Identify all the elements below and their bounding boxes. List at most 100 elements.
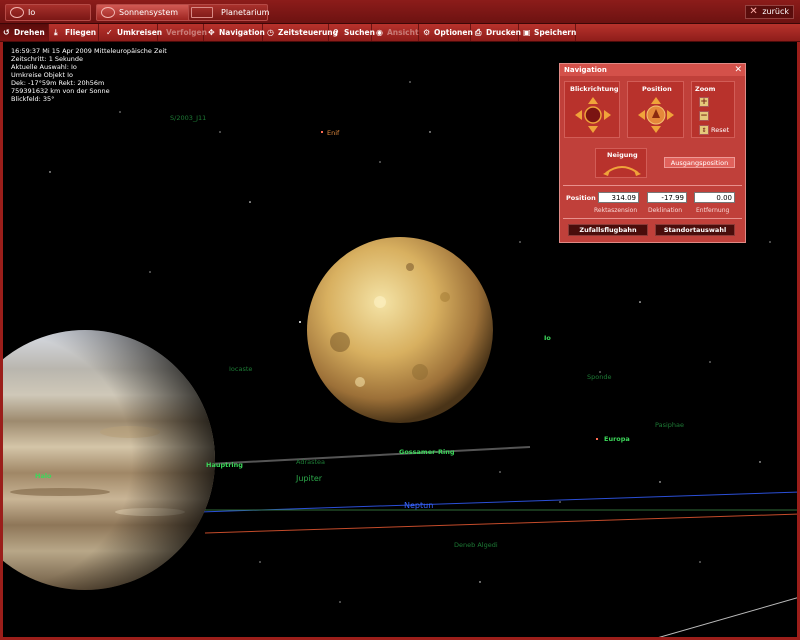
toolbar-fliegen-label: Fliegen — [65, 28, 97, 37]
info-distance: 759391632 km von der Sonne — [11, 87, 110, 95]
toolbar-ansicht-label: Ansicht — [387, 28, 419, 37]
rektaszension-label: Rektaszension — [594, 207, 638, 214]
orbit-icon — [101, 7, 115, 18]
toolbar-navigation[interactable]: ✥ Navigation — [205, 24, 265, 41]
toolbar-zeitsteuerung[interactable]: ◷ Zeitsteuerung — [264, 24, 338, 41]
nav-title-bar[interactable]: Navigation ✕ — [560, 64, 745, 76]
standortauswahl-button[interactable]: Standortauswahl — [655, 224, 735, 236]
arrow-up-icon — [588, 97, 598, 104]
toolbar-optionen-label: Optionen — [434, 28, 473, 37]
zoom-label: Zoom — [695, 85, 716, 93]
toolbar-fliegen[interactable]: ⤓ Fliegen — [51, 24, 99, 41]
window-frame-left — [0, 42, 3, 640]
toolbar-verfolgen[interactable]: Verfolgen — [158, 24, 207, 41]
toolbar-ansicht[interactable]: ◉ Ansicht — [373, 24, 419, 41]
arrow-left-icon — [575, 110, 582, 120]
info-field-of-view: Blickfeld: 35° — [11, 95, 55, 103]
europa-marker — [596, 438, 598, 440]
info-timestep: Zeitschritt: 1 Sekunde — [11, 55, 83, 63]
toolbar-suchen[interactable]: ⚲ Suchen — [330, 24, 375, 41]
reset-icon[interactable]: ⇕ — [699, 125, 709, 135]
entfernung-input[interactable]: 0.00 — [694, 192, 735, 203]
printer-icon: ⎙ — [475, 28, 482, 37]
clock-icon: ◷ — [267, 28, 274, 37]
constellation-icon — [191, 7, 213, 18]
label-s2003-j11[interactable]: S/2003_J11 — [170, 114, 206, 122]
label-sponde[interactable]: Sponde — [587, 373, 611, 381]
save-icon: ▣ — [523, 28, 531, 37]
orbit-line-red — [204, 513, 800, 534]
back-button[interactable]: ✕ zurück — [745, 5, 794, 19]
back-label: zurück — [762, 7, 789, 16]
zufallsflugbahn-button[interactable]: Zufallsflugbahn — [568, 224, 648, 236]
planet-icon — [10, 7, 24, 18]
eye-icon: ◉ — [376, 28, 383, 37]
toolbar-zeitsteuerung-label: Zeitsteuerung — [278, 28, 338, 37]
io-moon[interactable] — [307, 237, 493, 423]
label-halo[interactable]: Halo — [35, 472, 52, 480]
navigation-panel: Navigation ✕ Blickrichtung Position Zoom… — [559, 63, 746, 243]
toolbar-drehen[interactable]: ↺ Drehen — [0, 24, 49, 41]
label-europa[interactable]: Europa — [604, 435, 630, 443]
neigung-control: Neigung — [595, 148, 647, 178]
close-icon[interactable]: ✕ — [734, 64, 742, 76]
label-gossamer-ring[interactable]: Gossamer-Ring — [399, 448, 455, 456]
toolbar-suchen-label: Suchen — [344, 28, 375, 37]
info-datetime: 16:59:37 Mi 15 Apr 2009 Mitteleuropäisch… — [11, 47, 167, 55]
jupiter-planet[interactable] — [0, 330, 215, 590]
reset-button[interactable]: Reset — [711, 126, 729, 134]
toolbar-drucken[interactable]: ⎙ Drucken — [472, 24, 521, 41]
label-adrastea[interactable]: Adrastea — [296, 458, 325, 466]
arrow-right-icon — [604, 110, 611, 120]
divider — [563, 218, 742, 219]
nav-title: Navigation — [564, 66, 607, 74]
deklination-input[interactable]: -17.99 — [647, 192, 687, 203]
label-pasiphae[interactable]: Pasiphae — [655, 421, 684, 429]
position-label: Position — [642, 85, 672, 93]
view-direction-pad[interactable] — [574, 96, 612, 134]
toolbar-drehen-label: Drehen — [14, 28, 45, 37]
tilt-pad[interactable] — [602, 161, 642, 177]
back-icon: ✕ — [749, 6, 758, 17]
rektaszension-input[interactable]: 314.09 — [598, 192, 639, 203]
position-pad[interactable] — [637, 96, 675, 134]
star-enif-marker — [321, 131, 323, 133]
info-orbit-target: Umkreise Objekt Io — [11, 71, 73, 79]
toolbar-optionen[interactable]: ⚙ Optionen — [420, 24, 473, 41]
tab-io-label: Io — [28, 8, 36, 17]
entfernung-label: Entfernung — [696, 207, 730, 214]
toolbar-umkreisen-label: Umkreisen — [117, 28, 163, 37]
ausgangsposition-button[interactable]: Ausgangsposition — [664, 157, 735, 168]
top-tab-bar: Io Sonnensystem Planetarium ✕ zurück — [0, 0, 800, 24]
zoom-out-button[interactable]: − — [699, 111, 709, 121]
fly-icon: ⤓ — [54, 28, 58, 37]
divider — [563, 185, 742, 186]
label-neptun[interactable]: Neptun — [404, 501, 433, 510]
label-io[interactable]: Io — [544, 334, 551, 342]
toolbar-navigation-label: Navigation — [219, 28, 265, 37]
label-deneb-algedi[interactable]: Deneb Algedi — [454, 541, 498, 549]
neigung-label: Neigung — [607, 151, 638, 159]
tab-planetarium[interactable]: Planetarium — [188, 4, 270, 21]
orbit-line-white — [649, 596, 800, 640]
toolbar-verfolgen-label: Verfolgen — [166, 28, 207, 37]
status-info: 16:59:37 Mi 15 Apr 2009 Mitteleuropäisch… — [11, 47, 167, 103]
label-hauptring[interactable]: Hauptring — [206, 461, 243, 469]
blickrichtung-control: Blickrichtung — [564, 81, 620, 138]
toolbar-umkreisen[interactable]: ✓ Umkreisen — [103, 24, 162, 41]
label-iocaste[interactable]: Iocaste — [229, 365, 252, 373]
label-jupiter[interactable]: Jupiter — [296, 474, 322, 483]
toolbar-speichern-label: Speichern — [534, 28, 577, 37]
tab-io[interactable]: Io — [5, 4, 91, 21]
zoom-in-button[interactable]: + — [699, 97, 709, 107]
toolbar: ↺ Drehen ⤓ Fliegen ✓ Umkreisen Verfolgen… — [0, 24, 800, 42]
label-enif[interactable]: Enif — [327, 129, 339, 137]
info-coordinates: Dek: -17°59m Rekt: 20h56m — [11, 79, 105, 87]
tab-sonnensystem-label: Sonnensystem — [119, 8, 179, 17]
deklination-label: Deklination — [648, 207, 683, 214]
toolbar-speichern[interactable]: ▣ Speichern — [520, 24, 576, 41]
position-fields-label: Position — [566, 194, 596, 202]
check-icon: ✓ — [106, 28, 113, 37]
tab-planetarium-label: Planetarium — [221, 8, 270, 17]
navigation-icon: ✥ — [208, 28, 215, 37]
